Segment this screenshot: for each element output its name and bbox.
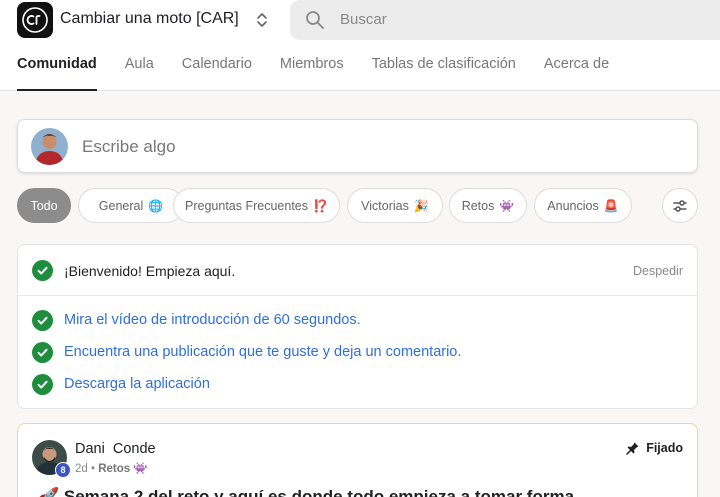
tab-comunidad[interactable]: Comunidad (17, 56, 97, 91)
siren-icon: 🚨 (603, 198, 619, 213)
group-switcher-icon[interactable] (254, 10, 270, 30)
tab-calendario[interactable]: Calendario (182, 56, 252, 91)
party-popper-icon: 🎉 (413, 198, 429, 213)
logo-mark-icon (22, 7, 48, 33)
alien-monster-icon: 👾 (133, 463, 148, 475)
check-circle-icon (32, 342, 53, 363)
filter-label: Retos (461, 198, 495, 213)
nav-tabs: Comunidad Aula Calendario Miembros Tabla… (17, 56, 637, 91)
dismiss-button[interactable]: Despedir (633, 264, 683, 278)
sliders-icon (673, 199, 687, 212)
check-circle-icon (32, 310, 53, 331)
welcome-header: ¡Bienvenido! Empieza aquí. Despedir (18, 245, 697, 296)
filter-label: Anuncios (547, 198, 599, 213)
search-box[interactable]: Buscar (290, 0, 720, 40)
user-avatar[interactable] (31, 128, 68, 165)
filter-label: General (98, 198, 144, 213)
post-time: 2d (75, 463, 88, 475)
composer-placeholder: Escribe algo (82, 137, 176, 156)
filter-settings-button[interactable] (662, 188, 698, 223)
pinned-label: Fijado (646, 441, 683, 455)
tab-acerca-de[interactable]: Acerca de (544, 56, 609, 91)
tab-tablas-clasificacion[interactable]: Tablas de clasificación (372, 56, 516, 91)
post-category[interactable]: Retos (98, 463, 130, 475)
filter-preguntas-frecuentes[interactable]: Preguntas Frecuentes ⁉️ (173, 188, 340, 223)
welcome-title: ¡Bienvenido! Empieza aquí. (64, 263, 236, 279)
task-comment-link[interactable]: Encuentra una publicación que te guste y… (64, 344, 461, 360)
task-download-app-link[interactable]: Descarga la aplicación (64, 376, 210, 392)
filter-retos[interactable]: Retos 👾 (449, 188, 527, 223)
pinned-indicator: Fijado (626, 441, 683, 455)
meta-separator: • (91, 463, 96, 475)
filter-label: Todo (30, 198, 58, 213)
filter-todo[interactable]: Todo (17, 188, 71, 223)
check-circle-icon (32, 260, 53, 281)
alien-monster-icon: 👾 (499, 198, 515, 213)
post-meta: 2d • Retos 👾 (75, 461, 148, 475)
tab-aula[interactable]: Aula (125, 56, 154, 91)
filter-general[interactable]: General 🌐 (78, 188, 184, 223)
search-input[interactable]: Buscar (340, 11, 387, 28)
group-name[interactable]: Cambiar una moto [CAR] (60, 10, 239, 28)
globe-icon: 🌐 (148, 198, 164, 213)
pinned-post-card[interactable]: 8 Dani Conde 2d • Retos 👾 Fijado 🚀 Seman… (17, 423, 698, 497)
post-composer[interactable]: Escribe algo (17, 119, 698, 173)
filter-label: Victorias (361, 198, 409, 213)
category-filters: Todo General 🌐 Preguntas Frecuentes ⁉️ V… (17, 188, 698, 224)
task-watch-video-link[interactable]: Mira el vídeo de introducción de 60 segu… (64, 312, 361, 328)
level-badge: 8 (55, 462, 71, 478)
interrobang-icon: ⁉️ (313, 198, 328, 213)
filter-anuncios[interactable]: Anuncios 🚨 (534, 188, 632, 223)
pin-icon (626, 442, 639, 455)
search-icon (306, 11, 324, 29)
top-header: Cambiar una moto [CAR] Buscar Comunidad … (0, 0, 720, 91)
filter-label: Preguntas Frecuentes (185, 198, 309, 213)
tab-miembros[interactable]: Miembros (280, 56, 344, 91)
post-title[interactable]: 🚀 Semana 2 del reto y aquí es donde todo… (38, 487, 574, 497)
filter-victorias[interactable]: Victorias 🎉 (347, 188, 443, 223)
welcome-card: ¡Bienvenido! Empieza aquí. Despedir Mira… (17, 244, 698, 409)
check-circle-icon (32, 374, 53, 395)
post-author[interactable]: Dani Conde (75, 441, 156, 457)
group-logo[interactable] (17, 2, 53, 38)
